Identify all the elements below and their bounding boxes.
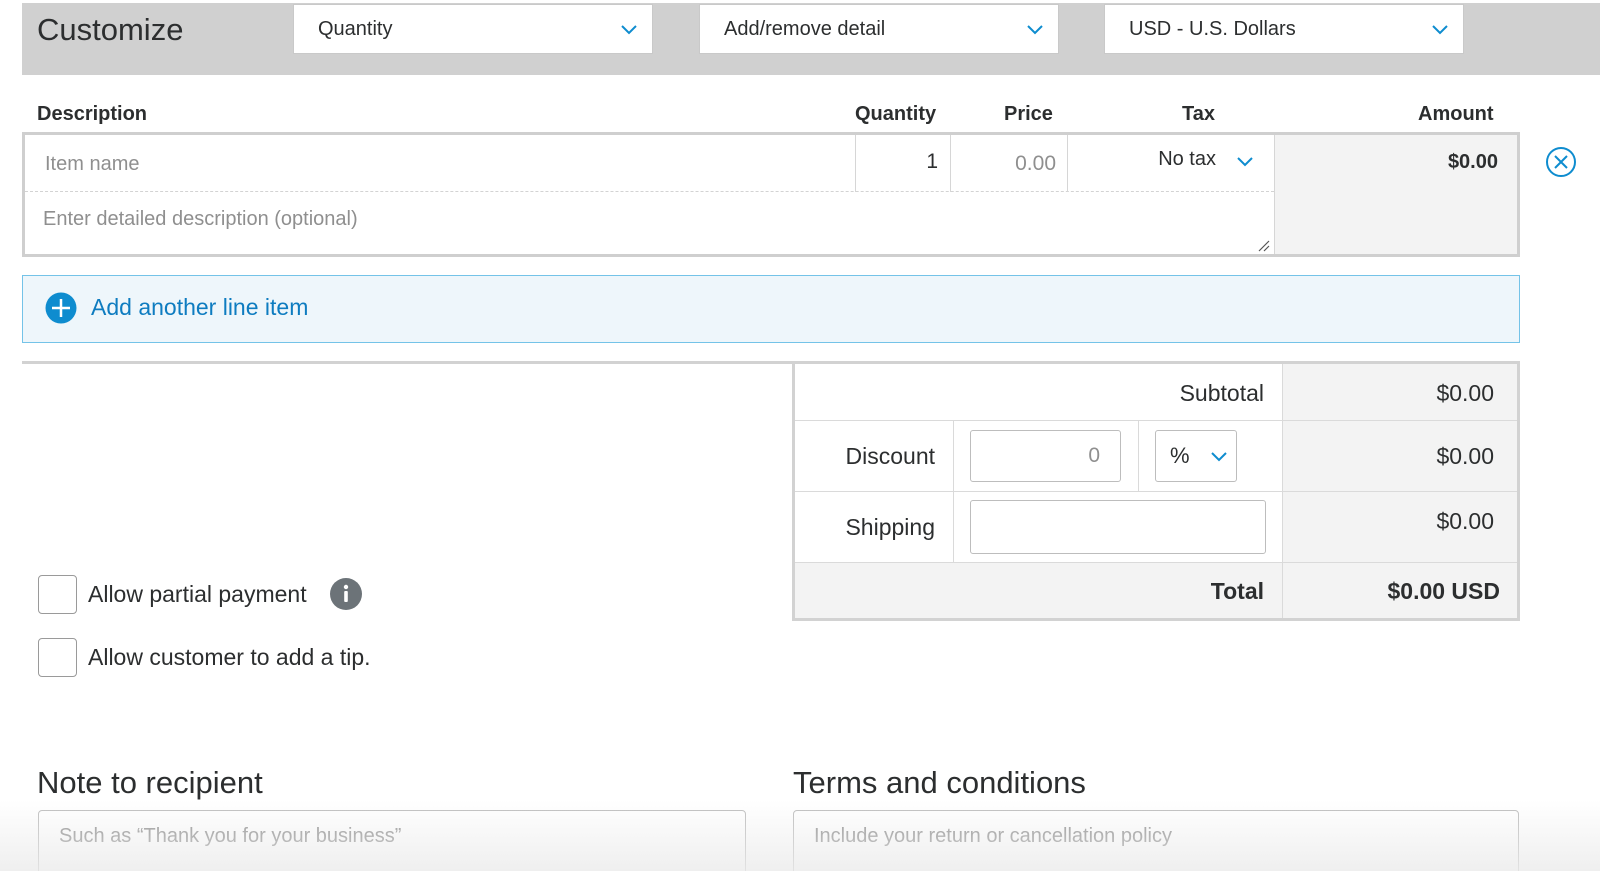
item-price-input[interactable]: 0.00: [951, 152, 1056, 176]
note-textarea[interactable]: Such as “Thank you for your business”: [38, 810, 746, 871]
subtotal-value: $0.00: [1436, 380, 1494, 406]
add-remove-detail-select[interactable]: Add/remove detail: [699, 4, 1059, 54]
discount-label: Discount: [845, 443, 935, 469]
discount-input-placeholder: 0: [1088, 444, 1100, 467]
discount-type-label: %: [1170, 443, 1190, 468]
divider: [1138, 420, 1139, 491]
tax-select[interactable]: No tax: [1068, 143, 1274, 183]
divider: [953, 420, 954, 562]
divider: [795, 420, 1517, 421]
tax-select-label: No tax: [1158, 148, 1216, 170]
shipping-value: $0.00: [1436, 508, 1494, 534]
partial-payment-label: Allow partial payment: [88, 581, 307, 607]
add-line-item-button[interactable]: Add another line item: [22, 275, 1520, 343]
tip-checkbox[interactable]: [38, 638, 77, 677]
chevron-down-icon: [1236, 152, 1254, 175]
note-placeholder: Such as “Thank you for your business”: [59, 825, 402, 847]
line-item-amount: $0.00: [1447, 151, 1498, 173]
tip-label: Allow customer to add a tip.: [88, 644, 371, 670]
plus-circle-icon: [45, 292, 77, 329]
quantity-select-label: Quantity: [318, 17, 393, 40]
item-quantity-input[interactable]: 1: [856, 150, 938, 174]
column-amount: Amount: [1418, 103, 1494, 125]
total-value: $0.00 USD: [1387, 578, 1500, 604]
currency-select-label: USD - U.S. Dollars: [1129, 17, 1296, 40]
terms-placeholder: Include your return or cancellation poli…: [814, 825, 1172, 847]
terms-title: Terms and conditions: [793, 765, 1086, 800]
column-tax: Tax: [1182, 103, 1215, 125]
close-circle-icon: [1546, 147, 1576, 177]
partial-payment-checkbox[interactable]: [38, 575, 77, 614]
chevron-down-icon: [1210, 447, 1228, 470]
discount-input[interactable]: 0: [970, 430, 1121, 482]
column-description: Description: [37, 103, 148, 125]
add-line-item-label: Add another line item: [91, 294, 309, 320]
shipping-input[interactable]: [970, 500, 1266, 554]
chevron-down-icon: [1026, 20, 1044, 38]
quantity-select[interactable]: Quantity: [293, 4, 653, 54]
column-quantity: Quantity: [855, 103, 937, 125]
remove-item-button[interactable]: [1545, 146, 1577, 178]
divider: [795, 491, 1517, 492]
customize-title: Customize: [37, 12, 184, 47]
item-description-input[interactable]: Enter detailed description (optional): [43, 208, 1243, 231]
note-title: Note to recipient: [37, 765, 263, 800]
detail-select-label: Add/remove detail: [724, 17, 886, 40]
separator: [22, 361, 794, 364]
divider: [795, 562, 1517, 563]
chevron-down-icon: [620, 20, 638, 38]
total-label: Total: [1210, 578, 1264, 604]
discount-type-select[interactable]: %: [1155, 430, 1237, 482]
column-price: Price: [1004, 103, 1053, 125]
terms-textarea[interactable]: Include your return or cancellation poli…: [793, 810, 1519, 871]
shipping-label: Shipping: [845, 514, 935, 540]
resize-grip-icon[interactable]: [1256, 238, 1270, 252]
subtotal-label: Subtotal: [1179, 380, 1264, 406]
discount-value: $0.00: [1436, 443, 1494, 469]
item-name-input[interactable]: Item name: [45, 153, 845, 176]
currency-select[interactable]: USD - U.S. Dollars: [1104, 4, 1464, 54]
chevron-down-icon: [1431, 20, 1449, 38]
info-icon[interactable]: [330, 578, 362, 615]
